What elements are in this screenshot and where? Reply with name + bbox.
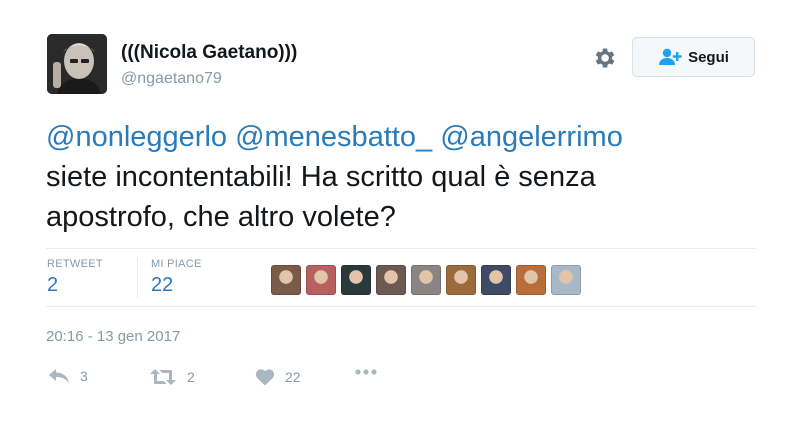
liker-avatar[interactable] xyxy=(306,265,336,295)
mention-link[interactable]: @angelerrimo xyxy=(440,121,623,153)
liker-avatar[interactable] xyxy=(341,265,371,295)
likers-avatars xyxy=(271,265,581,295)
tweet-line: siete incontentabili! Ha scritto qual è … xyxy=(46,161,596,193)
like-count: 22 xyxy=(285,369,301,385)
reply-icon xyxy=(49,369,69,383)
tweet-text: @nonleggerlo @menesbatto_ @angelerrimo s… xyxy=(46,117,746,237)
retweet-icon xyxy=(150,369,176,385)
add-user-icon xyxy=(659,48,682,65)
mention-link[interactable]: @nonleggerlo xyxy=(46,121,227,153)
reply-count: 3 xyxy=(80,368,88,384)
avatar-portrait xyxy=(47,34,107,94)
retweet-stat[interactable]: RETWEET 2 xyxy=(47,258,103,297)
follow-button-label: Segui xyxy=(688,48,729,66)
liker-avatar[interactable] xyxy=(551,265,581,295)
like-button[interactable]: 22 xyxy=(255,368,301,386)
gear-icon[interactable] xyxy=(591,45,617,71)
reply-button[interactable]: 3 xyxy=(48,368,88,384)
author-avatar[interactable] xyxy=(47,34,107,94)
liker-avatar[interactable] xyxy=(481,265,511,295)
liker-avatar[interactable] xyxy=(271,265,301,295)
tweet-timestamp[interactable]: 20:16 - 13 gen 2017 xyxy=(46,328,180,345)
mention-link[interactable]: @menesbatto_ xyxy=(235,121,432,153)
more-button[interactable] xyxy=(354,368,378,376)
liker-avatar[interactable] xyxy=(376,265,406,295)
likes-stat-label: MI PIACE xyxy=(151,258,202,270)
retweet-action-count: 2 xyxy=(187,369,195,385)
divider xyxy=(46,248,756,249)
divider xyxy=(46,306,756,307)
liker-avatar[interactable] xyxy=(411,265,441,295)
liker-avatar[interactable] xyxy=(446,265,476,295)
retweet-stat-label: RETWEET xyxy=(47,258,103,270)
retweet-stat-value: 2 xyxy=(47,274,59,296)
more-dots-icon xyxy=(355,369,377,375)
liker-avatar[interactable] xyxy=(516,265,546,295)
stat-separator xyxy=(137,258,138,298)
heart-icon xyxy=(255,369,275,386)
author-display-name[interactable]: (((Nicola Gaetano))) xyxy=(121,42,297,64)
author-handle[interactable]: @ngaetano79 xyxy=(121,70,222,88)
tweet-line: apostrofo, che altro volete? xyxy=(46,201,396,233)
follow-button[interactable]: Segui xyxy=(632,37,755,77)
likes-stat[interactable]: MI PIACE 22 xyxy=(151,258,202,297)
likes-stat-value: 22 xyxy=(151,274,174,296)
retweet-button[interactable]: 2 xyxy=(149,368,195,386)
tweet-line-mentions: @nonleggerlo @menesbatto_ @angelerrimo xyxy=(46,117,746,157)
